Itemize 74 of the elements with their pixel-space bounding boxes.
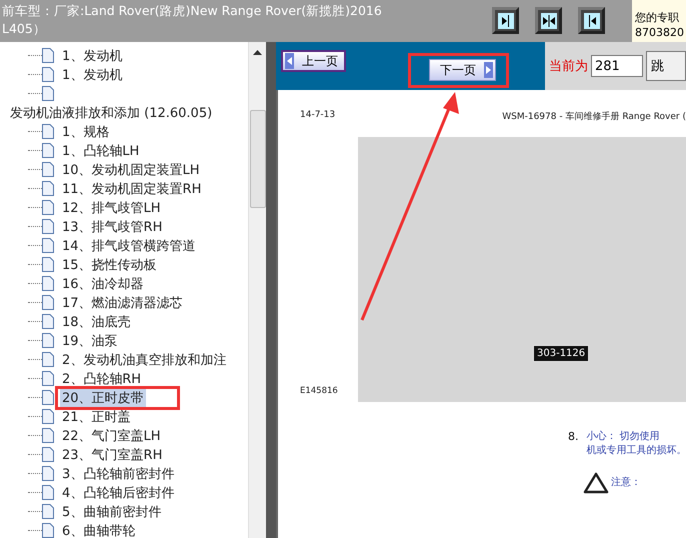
- tree-folder[interactable]: 发动机油液排放和添加 (12.60.05): [0, 104, 212, 122]
- manual-title: WSM-16978 - 车间维修手册 Range Rover (: [502, 110, 686, 123]
- scrollbar[interactable]: [248, 42, 266, 538]
- document-icon: [42, 257, 54, 272]
- tree-item[interactable]: 16、油冷却器: [60, 274, 146, 292]
- tree-item[interactable]: 1、发动机: [60, 66, 124, 84]
- document-icon: [42, 48, 54, 63]
- document-icon: [42, 276, 54, 291]
- document-icon: [42, 428, 54, 443]
- layout-button[interactable]: [492, 7, 519, 34]
- previous-page-button[interactable]: 上一页: [281, 50, 346, 72]
- tool-callout: 303-1126: [533, 345, 590, 362]
- document-icon: [42, 162, 54, 177]
- scroll-thumb[interactable]: [250, 110, 266, 208]
- document-icon: [42, 219, 54, 234]
- tree-item[interactable]: 15、挠性传动板: [60, 256, 159, 274]
- document-icon: [42, 143, 54, 158]
- tree-item[interactable]: 1、发动机: [60, 46, 124, 64]
- figure-id: E145816: [300, 386, 339, 396]
- document-icon: [42, 333, 54, 348]
- tree-item[interactable]: 20、正时皮带: [60, 388, 146, 406]
- document-icon: [42, 466, 54, 481]
- tree-item[interactable]: 3、凸轮轴前密封件: [60, 464, 176, 482]
- note-text: 注意：: [611, 476, 641, 490]
- document-icon[interactable]: [42, 86, 54, 101]
- document-icon: [42, 371, 54, 386]
- next-page-button[interactable]: 下一页: [429, 59, 496, 81]
- document-icon: [42, 409, 54, 424]
- document-icon: [42, 181, 54, 196]
- document-icon: [42, 447, 54, 462]
- tree-item[interactable]: 19、油泵: [60, 332, 120, 350]
- tree-item[interactable]: 10、发动机固定装置LH: [60, 160, 202, 178]
- document-icon: [42, 238, 54, 253]
- document-icon: [42, 200, 54, 215]
- tree-item[interactable]: 22、气门室盖LH: [60, 426, 163, 444]
- scroll-up-icon[interactable]: [253, 50, 262, 55]
- caution-text: 小心： 切勿使用: [586, 430, 661, 444]
- page-number-field[interactable]: 281: [591, 55, 643, 77]
- tree-item[interactable]: 5、曲轴前密封件: [60, 502, 164, 520]
- layout-button[interactable]: [578, 7, 605, 34]
- vehicle-title: L405）: [2, 21, 47, 37]
- tree-item[interactable]: 6、曲轴带轮: [60, 522, 138, 538]
- document-icon: [42, 124, 54, 139]
- caution-text: 机或专用工具的损坏。: [586, 444, 686, 458]
- document-icon: [42, 67, 54, 82]
- note-icon: [583, 472, 609, 494]
- tree-item[interactable]: 4、凸轮轴后密封件: [60, 484, 176, 502]
- tree-item[interactable]: 14、排气歧管横跨管道: [60, 236, 198, 254]
- current-page-label: 当前为: [549, 58, 588, 75]
- document-icon: [42, 390, 54, 405]
- page-date: 14-7-13: [300, 110, 336, 122]
- layout-button[interactable]: [535, 7, 562, 34]
- tree-item[interactable]: 18、油底壳: [60, 312, 133, 330]
- tree-item[interactable]: 23、气门室盖RH: [60, 446, 164, 464]
- document-icon: [42, 295, 54, 310]
- tree-item[interactable]: 12、排气歧管LH: [60, 198, 163, 216]
- document-icon: [42, 504, 54, 519]
- tree-item[interactable]: 11、发动机固定装置RH: [60, 180, 204, 198]
- jump-button[interactable]: 跳: [646, 51, 686, 81]
- document-icon: [42, 352, 54, 367]
- tree-item[interactable]: 17、燃油滤清器滤芯: [60, 294, 185, 312]
- tree-item[interactable]: 13、排气歧管RH: [60, 218, 164, 236]
- tree-item[interactable]: 2、发动机油真空排放和加注: [60, 350, 228, 368]
- info-text: 您的专职: [635, 10, 680, 25]
- tree-item[interactable]: 2、凸轮轴RH: [60, 370, 144, 388]
- step-number: 8.: [568, 430, 578, 445]
- info-text: 8703820: [635, 25, 685, 40]
- tree-item[interactable]: 1、凸轮轴LH: [60, 142, 142, 160]
- document-icon: [42, 485, 54, 500]
- tree-item[interactable]: 21、正时盖: [60, 408, 133, 426]
- document-icon: [42, 314, 54, 329]
- vehicle-title: 前车型：厂家:Land Rover(路虎)New Range Rover(新揽胜)2016: [2, 3, 383, 19]
- tree-item[interactable]: 1、规格: [60, 122, 112, 140]
- document-icon: [42, 523, 54, 538]
